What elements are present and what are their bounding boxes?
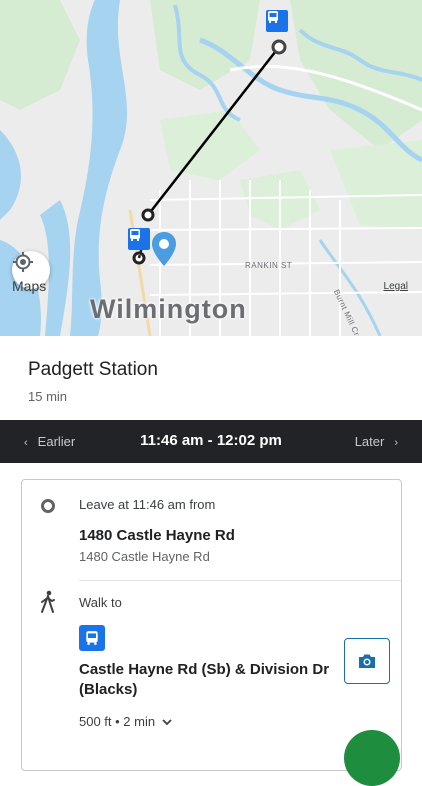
bus-stop-marker-start[interactable] — [128, 228, 150, 250]
map-canvas — [0, 0, 422, 336]
time-navigation-bar: ‹ Earlier 11:46 am - 12:02 pm Later › — [0, 420, 422, 463]
leave-time-text: Leave at 11:46 am from — [79, 497, 216, 512]
trip-duration: 15 min — [28, 389, 68, 404]
location-pin-icon[interactable] — [151, 231, 177, 267]
maps-attribution: Maps — [12, 278, 47, 294]
origin-circle-icon — [41, 499, 55, 513]
legal-link[interactable]: Legal — [384, 281, 408, 292]
itinerary-card: Leave at 11:46 am from 1480 Castle Hayne… — [21, 479, 402, 771]
bus-stop-badge — [79, 625, 105, 651]
bus-stop-name: Castle Hayne Rd (Sb) & Division Dr (Blac… — [79, 661, 330, 698]
street-label-rankin: RANKIN ST — [245, 261, 293, 270]
walk-distance-toggle[interactable]: 500 ft • 2 min — [79, 714, 173, 729]
bus-stop-marker-end[interactable] — [266, 10, 288, 32]
walk-icon — [41, 590, 55, 613]
walk-to-label: Walk to — [79, 595, 122, 610]
map-view[interactable]: RANKIN ST Burnt Mill Creek Maps Legal Wi… — [0, 0, 422, 336]
city-label: Wilmington — [90, 294, 247, 324]
later-button[interactable]: Later › — [355, 434, 398, 449]
navigation-fab[interactable] — [344, 730, 400, 786]
bus-icon — [268, 11, 278, 23]
step-divider — [79, 580, 401, 581]
chevron-down-icon — [162, 718, 172, 725]
destination-header: Padgett Station 15 min — [0, 336, 422, 420]
origin-address: 1480 Castle Hayne Rd — [79, 549, 210, 564]
camera-icon — [359, 654, 375, 668]
bus-icon — [130, 229, 140, 241]
destination-name: Padgett Station — [28, 359, 158, 380]
walk-distance-text: 500 ft • 2 min — [79, 714, 156, 729]
chevron-right-icon: › — [394, 437, 398, 449]
street-view-button[interactable] — [344, 638, 390, 684]
origin-name: 1480 Castle Hayne Rd — [79, 527, 235, 544]
bus-icon — [86, 631, 98, 645]
locate-icon — [13, 252, 33, 272]
later-label: Later — [354, 434, 385, 449]
